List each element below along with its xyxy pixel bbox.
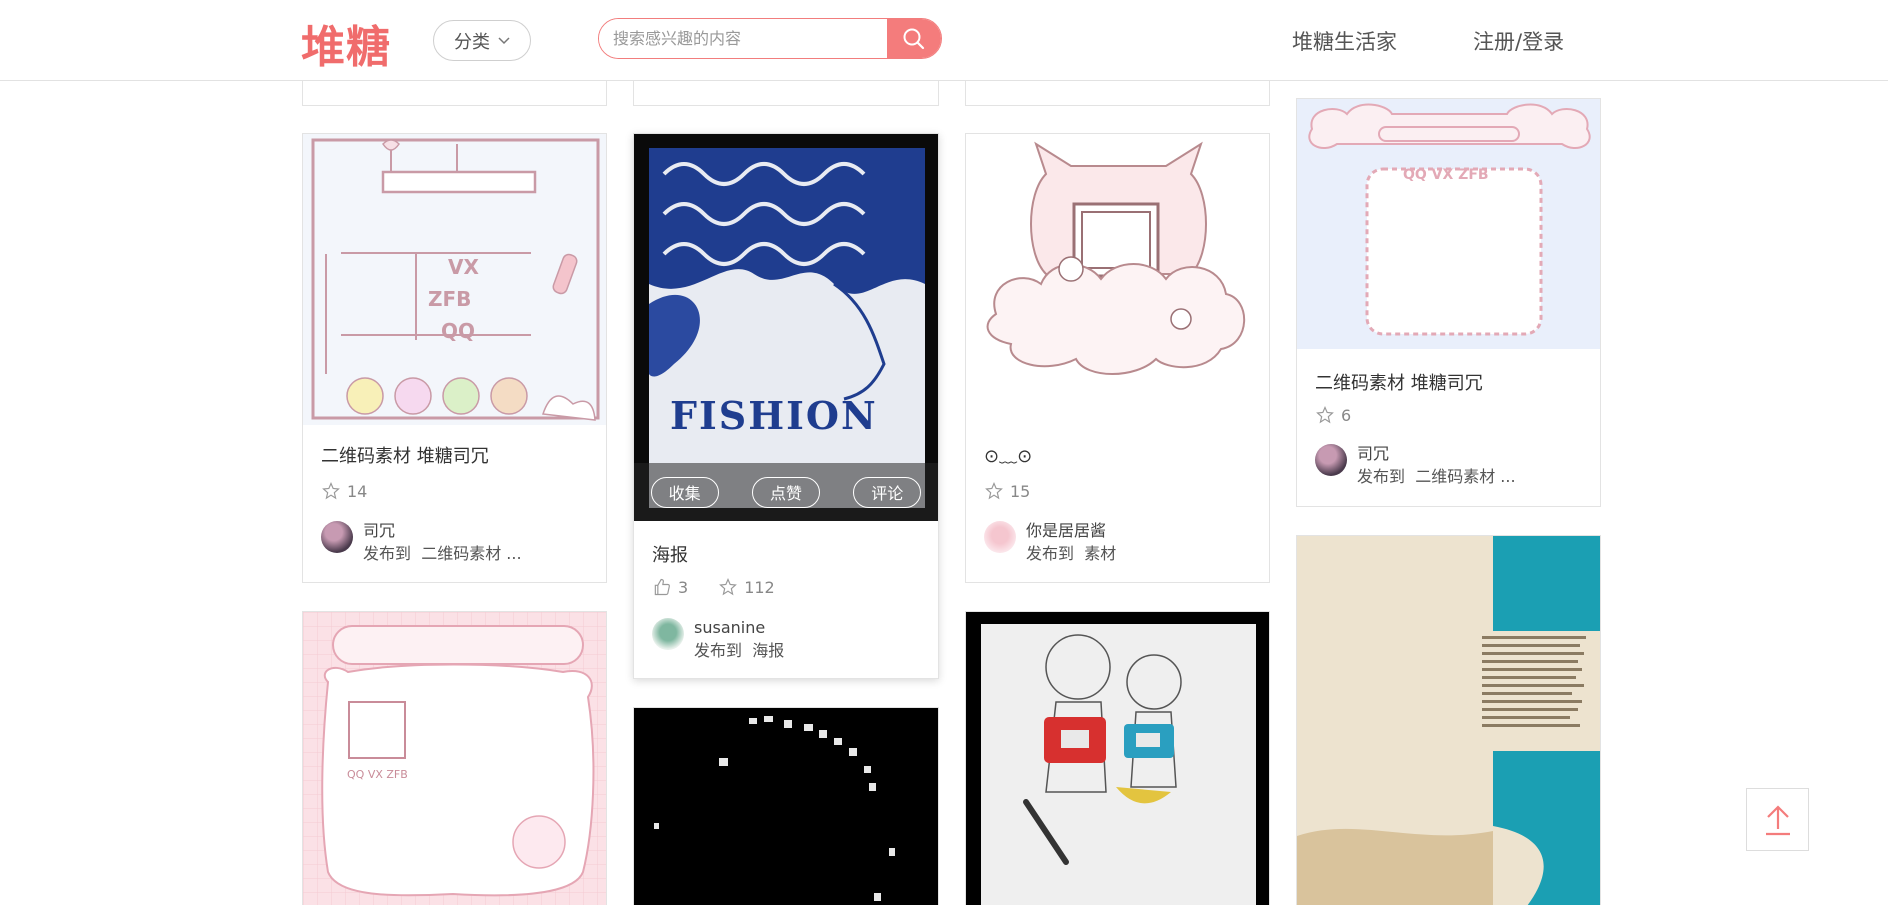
publish-prefix: 发布到 [1026, 544, 1075, 563]
comment-button[interactable]: 评论 [853, 476, 922, 508]
favorite-count[interactable]: 15 [984, 481, 1030, 501]
site-logo[interactable]: 堆糖 [301, 11, 391, 75]
publish-info[interactable]: 发布到 素材 [1026, 542, 1116, 565]
author-name[interactable]: 司冗 [1357, 442, 1516, 465]
feed-card[interactable]: VX ZFB QQ 二维码素材 堆糖司冗 14 司冗 发布到 二维码素材 ... [302, 133, 607, 583]
album-name[interactable]: 海报 [752, 641, 784, 660]
poster-title-text: FISHION [670, 393, 878, 438]
like-button[interactable]: 点赞 [751, 476, 820, 508]
frame-label-zfb: ZFB [428, 287, 471, 311]
card-stats: 15 [984, 481, 1054, 501]
nav-lifestyle-link[interactable]: 堆糖生活家 [1292, 26, 1397, 56]
favorite-count-value: 6 [1341, 405, 1352, 425]
card-title[interactable]: 海报 [652, 541, 688, 567]
favorite-count-value: 15 [1010, 481, 1031, 501]
feed-card[interactable] [1296, 535, 1601, 905]
search-bar [598, 18, 942, 59]
avatar[interactable] [321, 521, 353, 553]
like-count[interactable]: 3 [652, 577, 688, 597]
feed-card[interactable] [965, 611, 1270, 905]
card-title[interactable]: ⊙﹏⊙ [984, 442, 1032, 468]
category-label: 分类 [454, 31, 490, 53]
frame-label-contacts: QQ VX ZFB [347, 768, 408, 781]
favorite-count[interactable]: 6 [1315, 405, 1351, 425]
card-stats: 3 112 [652, 577, 799, 597]
card-stats: 14 [321, 481, 391, 501]
top-header: 堆糖 分类 堆糖生活家 注册/登录 [0, 0, 1888, 81]
publish-info[interactable]: 发布到 二维码素材 ... [1357, 465, 1516, 488]
card-image[interactable]: QQ VX ZFB [303, 612, 606, 905]
card-image[interactable]: FISHION 收集 点赞 评论 [634, 134, 938, 521]
card-title[interactable]: 二维码素材 堆糖司冗 [321, 442, 489, 468]
frame-label-qq: QQ [441, 319, 475, 343]
search-button[interactable] [887, 19, 941, 58]
publish-prefix: 发布到 [694, 641, 743, 660]
favorite-count-value: 112 [744, 577, 775, 597]
card-title[interactable]: 二维码素材 堆糖司冗 [1315, 369, 1483, 395]
avatar[interactable] [1315, 444, 1347, 476]
card-image[interactable]: VX ZFB QQ [303, 134, 606, 425]
card-image[interactable] [966, 134, 1269, 425]
avatar[interactable] [652, 618, 684, 650]
frame-label-vx: VX [448, 255, 479, 279]
card-author[interactable]: 你是居居酱 发布到 素材 [984, 519, 1116, 565]
favorite-count-value: 14 [347, 481, 368, 501]
star-icon [985, 482, 1003, 500]
star-icon [719, 578, 738, 596]
card-image[interactable] [1297, 536, 1600, 905]
feed-card[interactable] [633, 707, 939, 905]
publish-prefix: 发布到 [363, 544, 412, 563]
publish-info[interactable]: 发布到 二维码素材 ... [363, 542, 522, 565]
card-image[interactable] [634, 708, 938, 905]
card-author[interactable]: 司冗 发布到 二维码素材 ... [321, 519, 522, 565]
card-image[interactable]: QQ VX ZFB [1297, 99, 1600, 349]
card-author[interactable]: susanine 发布到 海报 [652, 616, 784, 662]
feed-card[interactable]: FISHION 收集 点赞 评论 海报 3 112 susanine 发布到 海… [633, 133, 939, 679]
card-stats: 6 [1315, 405, 1375, 425]
avatar[interactable] [984, 521, 1016, 553]
favorite-count[interactable]: 14 [321, 481, 367, 501]
like-count-value: 3 [678, 577, 689, 597]
feed-card[interactable]: QQ VX ZFB [302, 611, 607, 905]
album-name[interactable]: 二维码素材 ... [421, 544, 521, 563]
publish-prefix: 发布到 [1357, 467, 1406, 486]
search-input[interactable] [599, 19, 887, 58]
feed-card[interactable]: QQ VX ZFB 二维码素材 堆糖司冗 6 司冗 发布到 二维码素材 ... [1296, 98, 1601, 507]
feed-card[interactable]: ⊙﹏⊙ 15 你是居居酱 发布到 素材 [965, 133, 1270, 583]
search-icon [903, 28, 925, 49]
category-dropdown[interactable]: 分类 [433, 20, 531, 61]
card-image[interactable] [966, 612, 1269, 905]
author-name[interactable]: susanine [694, 616, 784, 639]
album-name[interactable]: 二维码素材 ... [1415, 467, 1515, 486]
back-to-top-button[interactable] [1746, 788, 1809, 851]
star-icon [1316, 406, 1334, 424]
frame-label-contacts: QQ VX ZFB [1403, 167, 1489, 183]
author-name[interactable]: 你是居居酱 [1026, 519, 1116, 542]
album-name[interactable]: 素材 [1084, 544, 1116, 563]
collect-button[interactable]: 收集 [650, 476, 719, 508]
nav-login-link[interactable]: 注册/登录 [1473, 26, 1564, 56]
chevron-down-icon [498, 36, 510, 44]
card-author[interactable]: 司冗 发布到 二维码素材 ... [1315, 442, 1516, 488]
thumb-up-icon [654, 578, 670, 596]
author-name[interactable]: 司冗 [363, 519, 522, 542]
arrow-up-icon [1765, 804, 1790, 835]
favorite-count[interactable]: 112 [718, 577, 775, 597]
publish-info[interactable]: 发布到 海报 [694, 639, 784, 662]
card-action-bar: 收集 点赞 评论 [634, 463, 938, 521]
star-icon [322, 482, 340, 500]
